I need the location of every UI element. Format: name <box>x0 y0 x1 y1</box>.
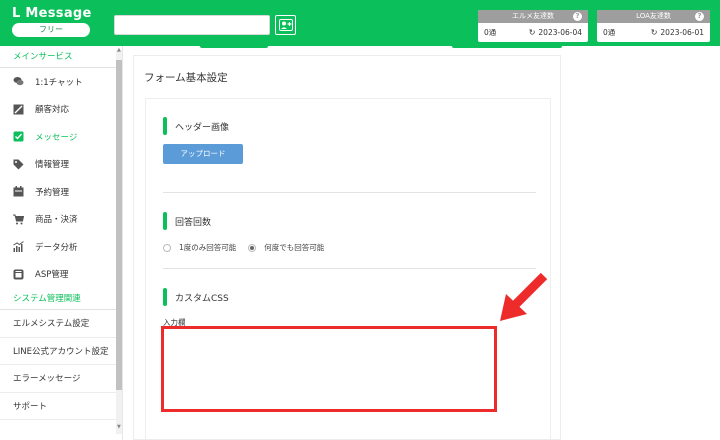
page-title: フォーム基本設定 <box>144 72 228 84</box>
brand[interactable]: L Message フリー <box>12 6 92 37</box>
sidebar-scrollbar[interactable] <box>116 50 122 434</box>
sidebar-item-message[interactable]: メッセージ <box>0 123 122 151</box>
stat-date: 2023-06-01 <box>660 28 704 37</box>
search-input[interactable] <box>114 15 270 35</box>
radio-multiple[interactable] <box>248 243 257 252</box>
message-icon <box>13 131 24 142</box>
customer-icon <box>13 104 24 115</box>
upload-button[interactable]: アップロード <box>163 144 243 164</box>
sidebar-item-label: データ分析 <box>35 242 78 253</box>
chat-icon <box>13 76 24 87</box>
stat-card-lme-friends: エルメ友達数 ? 0通 ↻ 2023-06-04 <box>478 10 588 42</box>
stat-title: エルメ友達数 ? <box>478 10 588 23</box>
scrollbar-thumb[interactable] <box>116 60 122 390</box>
section-marker <box>163 288 167 306</box>
annotation-arrow-icon <box>500 272 548 321</box>
divider <box>163 268 536 269</box>
sidebar-item-asp[interactable]: ASP管理 <box>0 261 122 289</box>
form-settings-card: フォーム基本設定 ヘッダー画像 アップロード 回答回数 1度のみ回答可能 何度で… <box>133 55 561 440</box>
sidebar-item-customer[interactable]: 顧客対応 <box>0 96 122 124</box>
sidebar-item-label: 商品・決済 <box>35 215 78 226</box>
asp-icon <box>13 269 24 280</box>
tag-icon <box>13 159 24 170</box>
sidebar-item-label: 情報管理 <box>35 160 70 171</box>
scroll-up-icon[interactable]: ▲ <box>117 47 121 53</box>
brand-title: L Message <box>12 6 92 21</box>
header-tab-indicator <box>452 44 562 48</box>
sidebar-item-system-settings[interactable]: エルメシステム設定 <box>0 310 122 338</box>
sidebar-item-label: 予約管理 <box>35 187 70 198</box>
answer-count-section: 回答回数 <box>163 212 211 230</box>
sidebar: メインサービス 1:1チャット 顧客対応 メッセージ 情報管理 予約管理 商品・ <box>0 46 123 440</box>
sidebar-item-label: エラーメッセージ <box>13 374 81 385</box>
sidebar-item-label: 1:1チャット <box>35 77 83 88</box>
sidebar-section-system: システム管理関連 <box>0 288 122 310</box>
plan-badge: フリー <box>12 23 90 37</box>
section-label: カスタムCSS <box>175 293 229 304</box>
sidebar-item-analytics[interactable]: データ分析 <box>0 233 122 261</box>
divider <box>163 192 536 193</box>
sidebar-item-line-account[interactable]: LINE公式アカウント設定 <box>0 338 122 365</box>
section-label: 回答回数 <box>175 217 212 228</box>
calendar-icon <box>13 186 24 197</box>
help-icon[interactable]: ? <box>573 12 582 21</box>
stat-count: 0通 <box>484 28 497 37</box>
chart-icon <box>13 241 24 253</box>
sidebar-item-label: エルメシステム設定 <box>13 319 90 330</box>
sidebar-item-chat[interactable]: 1:1チャット <box>0 68 122 96</box>
answer-count-options: 1度のみ回答可能 何度でも回答可能 <box>163 242 324 253</box>
refresh-icon[interactable]: ↻ <box>651 28 658 37</box>
sidebar-item-label: 顧客対応 <box>35 105 70 116</box>
add-friend-button[interactable] <box>275 15 296 35</box>
help-icon[interactable]: ? <box>695 12 704 21</box>
top-header: L Message フリー エルメ友達数 ? 0通 ↻ 2023-06-04 L… <box>0 0 720 46</box>
sidebar-item-label: サポート <box>13 401 48 412</box>
radio-label-once[interactable]: 1度のみ回答可能 <box>179 242 236 253</box>
cart-icon <box>13 214 24 225</box>
header-tab-indicator <box>200 44 268 48</box>
section-marker <box>163 117 167 135</box>
radio-once[interactable] <box>163 243 171 252</box>
form-settings-panel: ヘッダー画像 アップロード 回答回数 1度のみ回答可能 何度でも回答可能 カスタ… <box>145 98 551 440</box>
custom-css-section: カスタムCSS <box>163 288 229 306</box>
sidebar-item-info[interactable]: 情報管理 <box>0 151 122 179</box>
section-marker <box>163 212 167 230</box>
stat-count: 0通 <box>603 28 616 37</box>
custom-css-textarea[interactable] <box>161 326 497 412</box>
sidebar-item-label: ASP管理 <box>35 270 69 281</box>
stat-card-loa-friends: LOA友達数 ? 0通 ↻ 2023-06-01 <box>597 10 710 42</box>
sidebar-section-main: メインサービス <box>0 46 122 68</box>
radio-label-multiple[interactable]: 何度でも回答可能 <box>264 242 324 253</box>
sidebar-item-label: LINE公式アカウント設定 <box>13 346 109 357</box>
sidebar-item-support[interactable]: サポート <box>0 393 122 420</box>
refresh-icon[interactable]: ↻ <box>529 28 536 37</box>
add-user-icon <box>278 19 293 31</box>
scroll-down-icon[interactable]: ▼ <box>117 424 121 430</box>
section-label: ヘッダー画像 <box>175 122 230 133</box>
sidebar-item-products[interactable]: 商品・決済 <box>0 206 122 234</box>
header-image-section: ヘッダー画像 <box>163 117 229 135</box>
sidebar-item-error-message[interactable]: エラーメッセージ <box>0 365 122 393</box>
stat-title: LOA友達数 ? <box>597 10 710 23</box>
sidebar-item-label: メッセージ <box>35 132 78 143</box>
stat-date: 2023-06-04 <box>538 28 582 37</box>
sidebar-item-reservation[interactable]: 予約管理 <box>0 178 122 206</box>
